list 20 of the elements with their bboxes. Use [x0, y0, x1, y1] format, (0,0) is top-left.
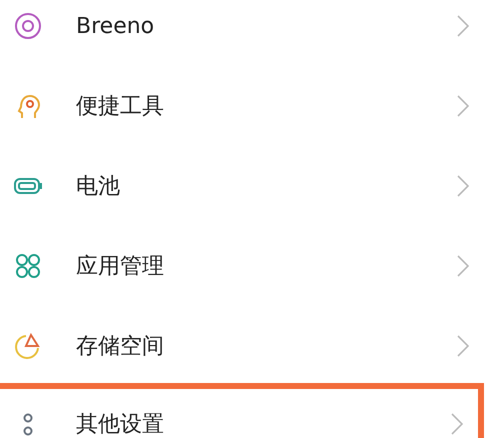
item-label: 其他设置 [76, 411, 165, 438]
highlighted-menu-item[interactable]: 其他设置 [0, 383, 484, 438]
item-label: 电池 [76, 173, 121, 201]
item-label: 应用管理 [76, 253, 165, 281]
menu-item[interactable]: 便捷工具 [0, 66, 500, 146]
item-label: Breeno [76, 14, 156, 38]
ring-icon [13, 11, 43, 41]
item-label: 便捷工具 [76, 93, 165, 121]
chevron-icon [456, 254, 470, 278]
chevron-icon [456, 334, 470, 358]
item-label: 存储空间 [76, 333, 165, 361]
chevron-icon [456, 14, 470, 38]
menu-item[interactable]: 存储空间 [0, 306, 500, 386]
menu-item[interactable]: Breeno [0, 0, 500, 66]
chevron-icon [450, 412, 464, 436]
menu-item[interactable]: 电池 [0, 146, 500, 226]
chevron-icon [456, 94, 470, 118]
chevron-icon [456, 174, 470, 198]
menu-item[interactable]: 应用管理 [0, 226, 500, 306]
grid-icon [13, 251, 43, 281]
